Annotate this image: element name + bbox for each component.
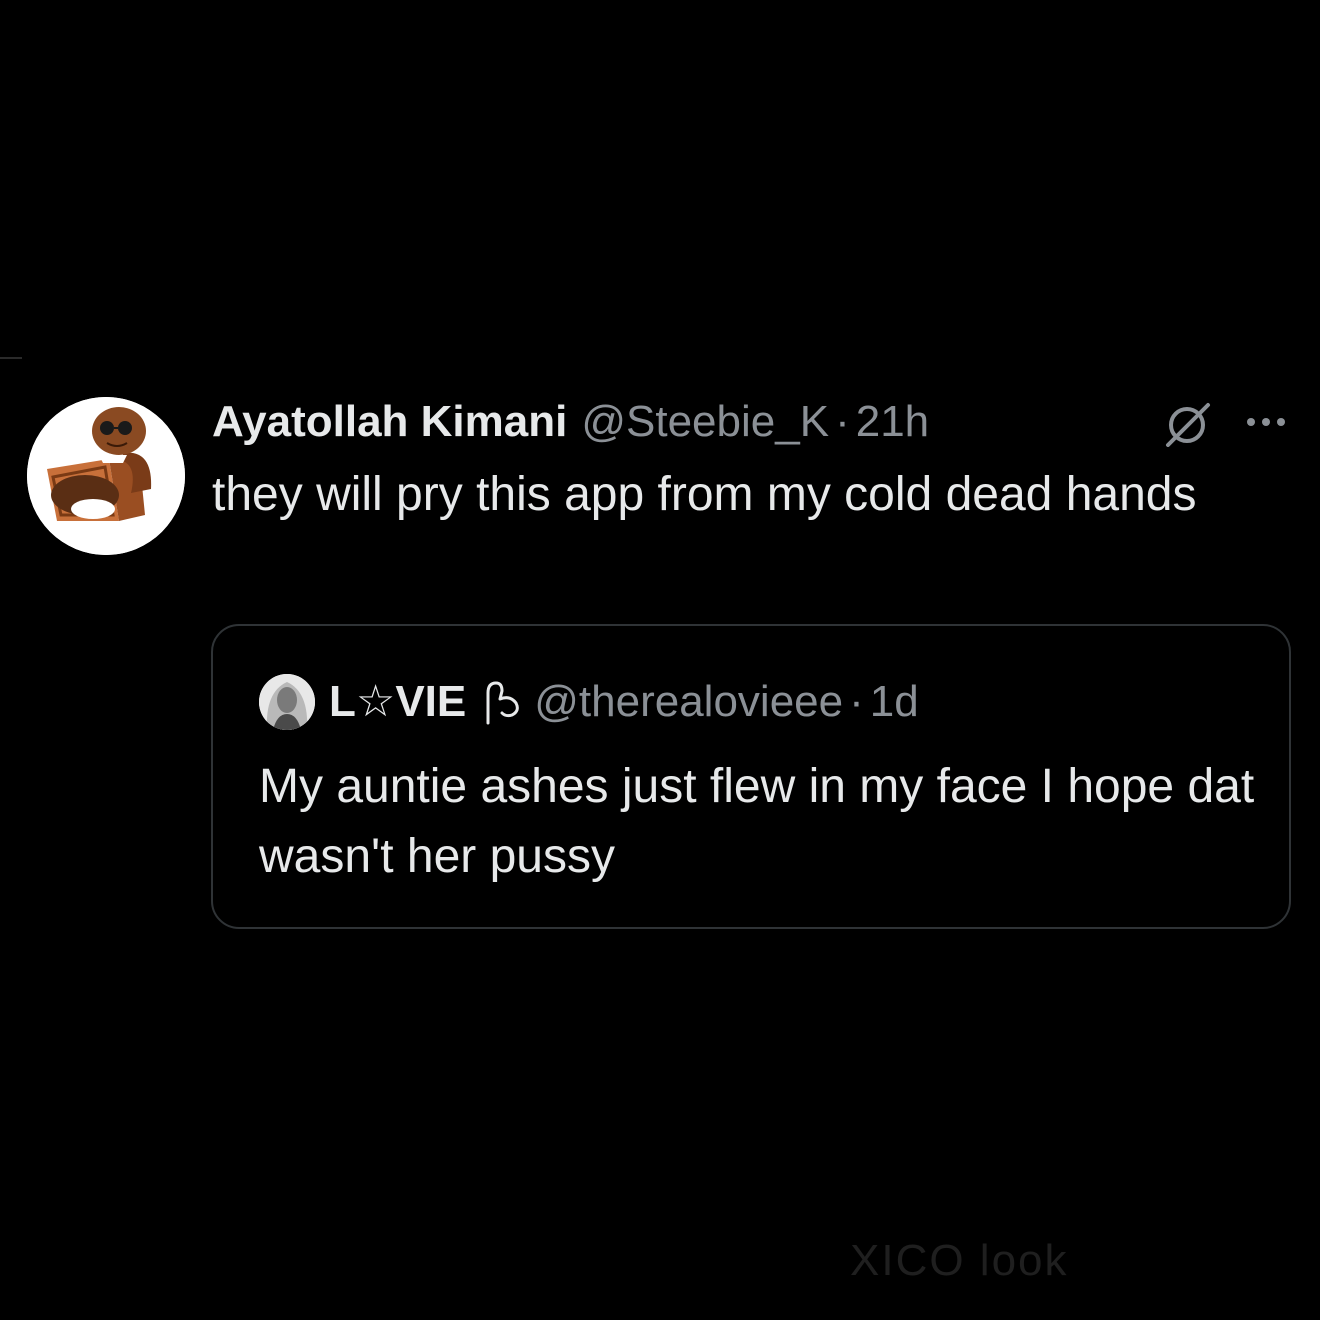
quoted-tweet-card[interactable]: L☆VIE @therealovieee · 1d My auntie ashe…: [211, 624, 1291, 929]
tweet-text: they will pry this app from my cold dead…: [212, 468, 1197, 521]
quote-separator-dot: ·: [849, 677, 864, 726]
divider: [0, 357, 22, 359]
more-options-icon[interactable]: [1243, 407, 1289, 437]
quote-header: L☆VIE @therealovieee · 1d: [259, 674, 919, 730]
timestamp[interactable]: 21h: [856, 395, 929, 449]
avatar-illustration-icon: [27, 397, 185, 555]
tweet-header: Ayatollah Kimani @Steebie_K · 21h: [212, 395, 929, 449]
quote-author-handle[interactable]: @therealovieee: [534, 674, 843, 730]
background-caption: XICO look: [850, 1236, 1069, 1285]
quote-timestamp[interactable]: 1d: [870, 674, 919, 730]
tweet[interactable]: Ayatollah Kimani @Steebie_K · 21h they w…: [0, 0, 1320, 1320]
author-display-name[interactable]: Ayatollah Kimani: [212, 395, 567, 449]
quote-text: My auntie ashes just flew in my face I h…: [259, 760, 1255, 883]
quote-avatar-portrait-icon: [259, 674, 315, 730]
flexed-arm-emoji-icon: [486, 681, 520, 725]
avatar[interactable]: [27, 397, 185, 555]
separator-dot: ·: [835, 397, 850, 446]
quote-author-display-name[interactable]: L☆VIE: [329, 674, 466, 730]
grok-icon[interactable]: [1160, 401, 1214, 447]
author-handle[interactable]: @Steebie_K: [581, 395, 829, 449]
quote-avatar[interactable]: [259, 674, 315, 730]
